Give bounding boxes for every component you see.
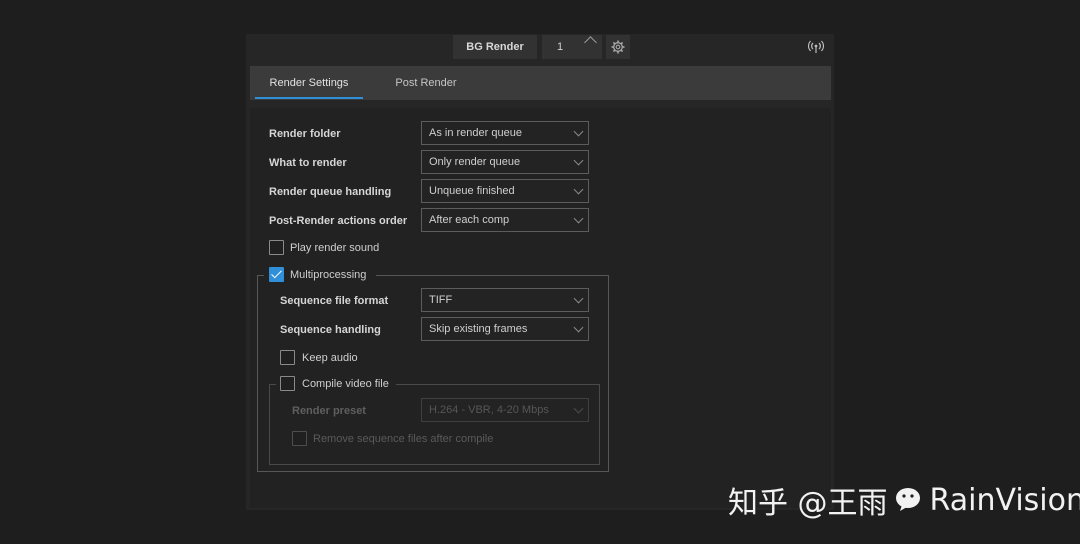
sequence-handling-select[interactable]: Skip existing frames — [421, 317, 589, 341]
chevron-down-icon — [573, 322, 584, 333]
render-preset-label: Render preset — [292, 405, 366, 417]
chevron-up-icon[interactable] — [584, 36, 597, 49]
settings-content: Render folder As in render queue What to… — [250, 108, 831, 508]
queue-handling-value: Unqueue finished — [429, 185, 515, 197]
broadcast-icon[interactable] — [808, 40, 824, 54]
settings-button[interactable] — [606, 35, 630, 59]
chevron-down-icon — [573, 126, 584, 137]
render-folder-label: Render folder — [269, 128, 341, 140]
queue-handling-label: Render queue handling — [269, 186, 392, 198]
sequence-format-label: Sequence file format — [280, 295, 389, 307]
chevron-down-icon — [573, 213, 584, 224]
stepper-arrows[interactable] — [584, 36, 597, 57]
bg-render-button[interactable]: BG Render — [453, 35, 537, 59]
sequence-handling-value: Skip existing frames — [429, 323, 528, 335]
toolbar: BG Render 1 — [246, 34, 834, 64]
render-settings-panel: BG Render 1 Render Settings Post Render … — [246, 34, 834, 510]
watermark-text: 知乎 @王雨 — [728, 486, 888, 521]
wechat-icon — [895, 488, 920, 511]
compile-video-checkbox[interactable] — [280, 376, 295, 391]
what-to-render-select[interactable]: Only render queue — [421, 150, 589, 174]
gear-icon — [611, 40, 625, 54]
what-to-render-value: Only render queue — [429, 156, 521, 168]
tab-post-render[interactable]: Post Render — [386, 66, 466, 100]
post-render-order-label: Post-Render actions order — [269, 215, 408, 227]
chevron-down-icon — [573, 293, 584, 304]
play-sound-checkbox[interactable] — [269, 240, 284, 255]
chevron-down-icon — [573, 155, 584, 166]
keep-audio-checkbox[interactable] — [280, 350, 295, 365]
compile-video-label: Compile video file — [302, 378, 389, 390]
queue-handling-select[interactable]: Unqueue finished — [421, 179, 589, 203]
remove-sequence-checkbox[interactable] — [292, 431, 307, 446]
compile-video-group — [269, 384, 600, 465]
threads-stepper[interactable]: 1 — [542, 35, 602, 59]
post-render-order-value: After each comp — [429, 214, 510, 226]
render-folder-value: As in render queue — [429, 127, 522, 139]
render-folder-select[interactable]: As in render queue — [421, 121, 589, 145]
multiprocessing-label: Multiprocessing — [290, 269, 367, 281]
what-to-render-label: What to render — [269, 157, 347, 169]
chevron-down-icon — [573, 184, 584, 195]
watermark: 知乎 @王雨 RainVision — [728, 478, 1080, 522]
render-preset-value: H.264 - VBR, 4-20 Mbps — [429, 404, 549, 416]
multiprocessing-checkbox[interactable] — [269, 267, 284, 282]
remove-sequence-label: Remove sequence files after compile — [313, 433, 494, 445]
threads-value: 1 — [557, 41, 564, 53]
tab-render-settings[interactable]: Render Settings — [255, 66, 363, 100]
tab-bar: Render Settings Post Render — [250, 66, 831, 100]
chevron-down-icon — [573, 403, 584, 414]
keep-audio-label: Keep audio — [302, 352, 358, 364]
sequence-format-select[interactable]: TIFF — [421, 288, 589, 312]
watermark-brand: RainVision — [929, 482, 1080, 518]
sequence-format-value: TIFF — [429, 294, 453, 306]
play-sound-label: Play render sound — [290, 242, 380, 254]
render-preset-select[interactable]: H.264 - VBR, 4-20 Mbps — [421, 398, 589, 422]
sequence-handling-label: Sequence handling — [280, 324, 381, 336]
post-render-order-select[interactable]: After each comp — [421, 208, 589, 232]
